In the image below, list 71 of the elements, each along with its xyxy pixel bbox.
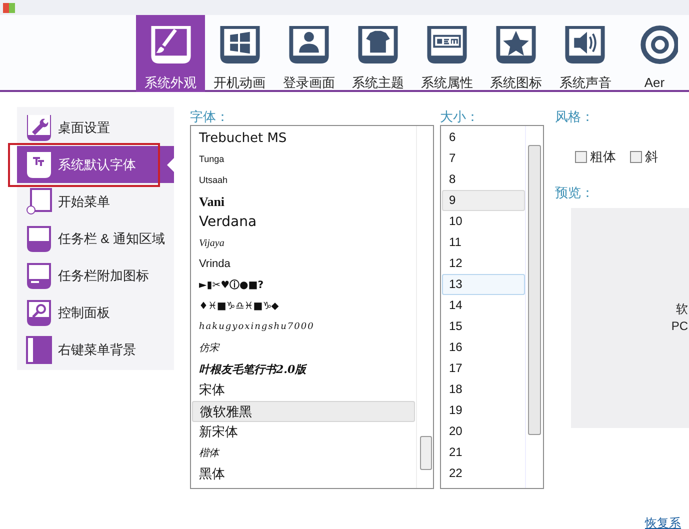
size-option[interactable]: 19 (442, 400, 525, 421)
panel-icon (26, 336, 52, 364)
toolbar-tab[interactable]: 系统图标 (482, 15, 551, 92)
size-option[interactable]: 22 (442, 463, 525, 484)
app-icon (3, 2, 15, 12)
size-option[interactable]: 15 (442, 316, 525, 337)
size-option[interactable]: 9 (442, 190, 525, 211)
font-option[interactable]: Utsaah (192, 170, 415, 191)
sidebar-item[interactable]: 桌面设置 (17, 109, 174, 146)
size-option[interactable]: 17 (442, 358, 525, 379)
font-option[interactable]: 新宋体 (192, 422, 415, 443)
checkbox-label: 斜 (645, 148, 658, 166)
scrollbar[interactable] (416, 126, 433, 488)
font-icon (26, 150, 52, 178)
toolbar-tab[interactable]: 系统主题 (343, 15, 412, 92)
font-option[interactable]: Vijaya (192, 233, 415, 254)
preview-text: 软 (676, 301, 688, 318)
font-label: 字体： (190, 108, 230, 125)
sidebar-item[interactable]: 控制面板 (17, 294, 174, 331)
toolbar-tab[interactable]: 系统外观 (136, 15, 206, 92)
restore-link[interactable]: 恢复系 (645, 514, 681, 529)
toolbar-tab[interactable]: 系统声音 (550, 15, 620, 92)
size-label: 大小： (440, 108, 480, 125)
sidebar-item[interactable]: 开始菜单 (17, 183, 174, 220)
checkbox[interactable] (630, 151, 642, 163)
size-listbox[interactable]: 6 7 8 9 10 11 12 13 14 15 16 17 18 19 20 21 22 (440, 125, 544, 489)
size-option[interactable]: 8 (442, 169, 525, 190)
font-option[interactable]: Vrinda (192, 254, 415, 275)
font-option[interactable]: ♦♓■♑♎♓■♑⬥ (192, 296, 415, 317)
font-option[interactable]: ►▮✂♥ⓘ●■? (192, 275, 415, 296)
taskbar-icon (26, 224, 52, 252)
size-option[interactable]: 20 (442, 421, 525, 442)
font-option[interactable]: 宋体 (192, 380, 415, 401)
font-option[interactable]: Vani (192, 191, 415, 212)
preview-label: 预览： (555, 184, 595, 200)
font-option[interactable]: 微软雅黑 (192, 401, 415, 422)
taskbar-icon (26, 262, 52, 290)
size-option[interactable]: 16 (442, 337, 525, 358)
style-label: 风格： (555, 108, 595, 125)
checkbox-label: 粗体 (590, 148, 616, 166)
size-option[interactable]: 11 (442, 232, 525, 253)
toolbar-tab[interactable]: 系统属性 (412, 15, 482, 92)
size-option[interactable]: 18 (442, 379, 525, 400)
sidebar-item[interactable]: 右键菜单背景 (17, 331, 174, 368)
font-option[interactable]: 黑体 (192, 464, 415, 485)
toolbar-tab[interactable]: Aer (620, 15, 689, 92)
font-option[interactable]: Trebuchet MS (192, 128, 415, 149)
sidebar-item[interactable]: 任务栏附加图标 (17, 257, 174, 294)
font-listbox[interactable]: Trebuchet MS Tunga Utsaah Vani Verdana Vijaya Vrinda ►▮✂♥ⓘ●■? ♦♓■♑♎♓■♑⬥ hakugyoxingshu7000 仿宋 叶根友毛笔行书2.0版 宋体 微软雅黑 新宋体 楷体 黑体 (190, 125, 434, 489)
size-option[interactable]: 7 (442, 148, 525, 169)
font-option[interactable]: 仿宋 (192, 338, 415, 359)
wrench-icon (26, 114, 52, 142)
size-option[interactable]: 10 (442, 211, 525, 232)
size-option[interactable]: 21 (442, 442, 525, 463)
size-option[interactable]: 14 (442, 295, 525, 316)
preview-text: PC (671, 318, 688, 335)
font-option[interactable]: hakugyoxingshu7000 (192, 317, 415, 338)
size-option[interactable]: 12 (442, 253, 525, 274)
toolbar-tab[interactable]: 登录画面 (274, 15, 344, 92)
magnifier-icon (26, 298, 52, 326)
sidebar-item[interactable]: 系统默认字体 (17, 146, 174, 183)
checkbox[interactable] (575, 151, 587, 163)
size-option[interactable]: 6 (442, 127, 525, 148)
selection-notch (167, 158, 174, 172)
sidebar-item[interactable]: 任务栏 & 通知区域 (17, 220, 174, 257)
size-option[interactable]: 13 (442, 274, 525, 295)
toolbar-tab[interactable]: 开机动画 (205, 15, 274, 92)
font-option[interactable]: 楷体 (192, 443, 415, 464)
font-option[interactable]: Tunga (192, 149, 415, 170)
font-option[interactable]: 叶根友毛笔行书2.0版 (192, 359, 415, 380)
font-option[interactable]: Verdana (192, 212, 415, 233)
